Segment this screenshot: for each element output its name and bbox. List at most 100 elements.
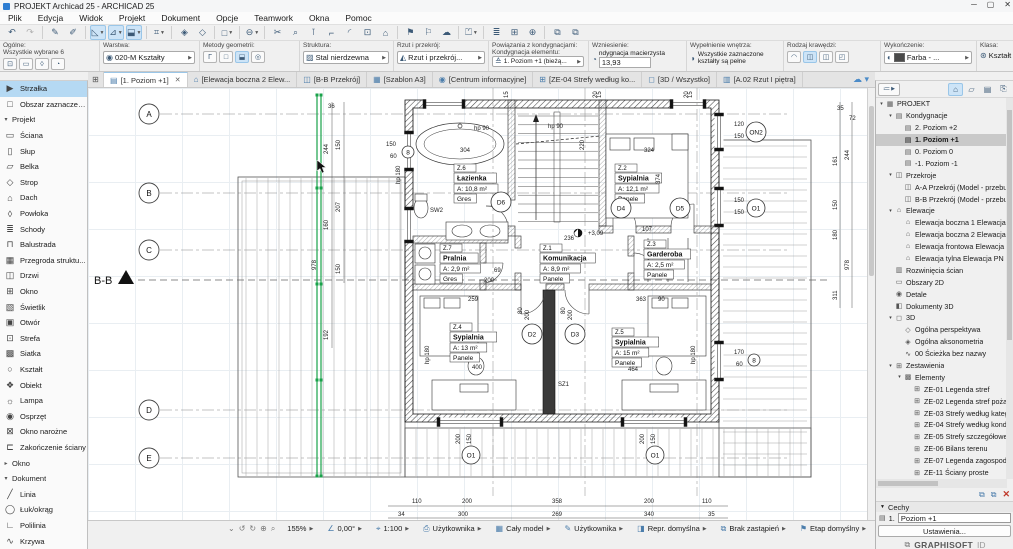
canvas-scrollbar[interactable]: [867, 88, 875, 520]
editing-plane-dropdown[interactable]: ▼: [137, 30, 142, 36]
statusbar-nav-icon[interactable]: ↺: [239, 524, 246, 533]
menu-opcje[interactable]: Opcje: [208, 12, 246, 24]
floor-plan-canvas[interactable]: ABCDE Z.6 Łazienka A: 10,8 m² Gres Z.2 S…: [88, 88, 867, 520]
tree-item[interactable]: ◫B-B Przekrój (Model - przebudowani: [876, 193, 1007, 205]
tree-vertical-scrollbar[interactable]: [1006, 98, 1013, 479]
editing-plane-button[interactable]: ⬓ ▼: [126, 25, 143, 40]
geometry-box-button[interactable]: □: [219, 51, 233, 63]
tab-3d-/-wszystko[interactable]: ◻ [3D / Wszystko]: [642, 72, 718, 87]
tool-arc[interactable]: ◯ Łuk/okrąg: [0, 502, 87, 518]
tree-item[interactable]: ⊞ ZE-06 Bilans terenu: [876, 443, 1007, 455]
graphisoft-id[interactable]: ⧉ GRAPHISOFT ID: [876, 539, 1013, 549]
lock-button[interactable]: ⊖ ▼: [244, 25, 260, 40]
elevation-input[interactable]: 13,93: [598, 57, 651, 68]
tree-item[interactable]: ▾ ⊞ Zestawienia: [876, 360, 1007, 372]
tool-line[interactable]: ╱ Linia: [0, 486, 87, 502]
quad-view-icon[interactable]: ⊞: [88, 72, 104, 87]
toolbox-section-dokument[interactable]: ▾ Dokument: [0, 471, 87, 487]
guide-lines-dropdown[interactable]: ▼: [99, 30, 104, 36]
layer-select[interactable]: ◉ 020-M Kształty ▶: [103, 51, 195, 64]
partial-structure-control[interactable]: ◨ Repr. domyślna ▶: [633, 524, 711, 533]
marquee-button[interactable]: □ ▼: [219, 25, 235, 40]
redo-button[interactable]: ↷: [22, 25, 38, 40]
tree-expander-icon[interactable]: ▾: [878, 101, 885, 107]
tree-item[interactable]: ▭ Obszary 2D: [876, 276, 1007, 288]
story-select[interactable]: ≙ 1. Poziom +1 (bieżą... ▶: [492, 56, 584, 67]
menu-widok[interactable]: Widok: [71, 12, 111, 24]
inject-parameters-button[interactable]: ✐: [65, 25, 81, 40]
tool-roof[interactable]: ⌂ Dach: [0, 190, 87, 206]
suspend-groups-button[interactable]: ◈: [176, 25, 192, 40]
tree-expander-icon[interactable]: ▾: [887, 208, 894, 214]
properties-section-header[interactable]: ▼ Cechy: [876, 501, 1013, 512]
tree-item[interactable]: ▾ ◻ 3D: [876, 312, 1007, 324]
tree-item[interactable]: ◈ Ogólna aksonometria: [876, 336, 1007, 348]
tree-expander-icon[interactable]: ▾: [887, 315, 894, 321]
tool-morph[interactable]: ○ Kształt: [0, 362, 87, 378]
tree-expander-icon[interactable]: ▾: [887, 113, 894, 119]
marquee-dropdown[interactable]: ▼: [228, 30, 233, 36]
flag-button[interactable]: ⚑: [402, 25, 418, 40]
zoom-level-control[interactable]: 155% ▶: [283, 524, 317, 533]
renovation-filter-control[interactable]: ⚑ Etap domyślny ▶: [796, 524, 870, 533]
tab-elewacja-boczna-2-elew[interactable]: ⌂ [Elewacja boczna 2 Elew...: [188, 72, 298, 87]
trim-button[interactable]: ✂: [269, 25, 285, 40]
element-settings-button[interactable]: ⊡: [3, 58, 17, 70]
menu-plik[interactable]: Plik: [0, 12, 30, 24]
link-alt-button[interactable]: ⧉: [567, 25, 583, 40]
story-name-input[interactable]: Poziom +1: [897, 513, 1011, 523]
snap-grid-button[interactable]: ⌗ ▼: [151, 25, 167, 40]
toolbox-section-okno[interactable]: ▸ Okno: [0, 455, 87, 471]
geometry-straight-button[interactable]: Γ: [203, 51, 217, 63]
fit-in-window-button[interactable]: ⌂: [377, 25, 393, 40]
ghost-group-button[interactable]: ◇: [194, 25, 210, 40]
tool-stair[interactable]: ≣ Schody: [0, 221, 87, 237]
view-display-select[interactable]: ◭ Rzut i przekrój... ▶: [397, 51, 485, 64]
tool-polyline[interactable]: ∟ Polilinia: [0, 518, 87, 534]
tree-item[interactable]: ▾ ▩ Elementy: [876, 371, 1007, 383]
tool-door[interactable]: ◫ Drzwi: [0, 268, 87, 284]
solid-fill-icon[interactable]: ◑: [690, 54, 695, 63]
tool-spline[interactable]: ∿ Krzywa: [0, 533, 87, 549]
tree-item[interactable]: ▾ ◫ Przekroje: [876, 169, 1007, 181]
pick-up-parameters-button[interactable]: ✎: [47, 25, 63, 40]
tab-ze-04-strefy-według-ko[interactable]: ⊞ [ZE-04 Strefy według ko...: [533, 72, 643, 87]
favorites-button[interactable]: ▭: [19, 58, 33, 70]
camera-dropdown[interactable]: ▼: [473, 30, 478, 36]
tool-skylight[interactable]: ▧ Świetlik: [0, 299, 87, 315]
close-button[interactable]: ✕: [1004, 0, 1011, 9]
floor-plan-drawing[interactable]: ABCDE Z.6ŁazienkaA: 10,8 m²GresZ.2Sypial…: [88, 88, 867, 520]
home-story-value[interactable]: ndygnacja macierzysta: [599, 50, 665, 57]
tab-close-icon[interactable]: ✕: [175, 76, 181, 84]
tool-corner-window[interactable]: ⊠ Okno narożne: [0, 424, 87, 440]
edge-type-sharp-button[interactable]: ◠: [787, 51, 801, 63]
tree-item[interactable]: ◫A-A Przekrój (Model - przebudowan: [876, 181, 1007, 193]
tool-lamp[interactable]: ☼ Lampa: [0, 393, 87, 409]
tab-centrum-informacyjne[interactable]: ◉ [Centrum informacyjne]: [433, 72, 534, 87]
edge-type-soft-button[interactable]: ◫: [803, 51, 817, 63]
tree-item[interactable]: ⌂ Elewacja boczna 2 Elewacja Z (Mode: [876, 229, 1007, 241]
toolbox-section-projekt[interactable]: ▾ Projekt: [0, 112, 87, 128]
gravity-dropdown[interactable]: ▼: [118, 30, 123, 36]
edge-type-hidden-button[interactable]: ◫: [819, 51, 833, 63]
intersect-button[interactable]: ⌐: [323, 25, 339, 40]
camera-button[interactable]: ⏍ ▼: [463, 25, 479, 40]
tree-item[interactable]: ▤ 0. Poziom 0: [876, 146, 1007, 158]
flag-alt-button[interactable]: ⚐: [420, 25, 436, 40]
tool-shell[interactable]: ◊ Powłoka: [0, 206, 87, 222]
tree-item[interactable]: ∿ 00 Ścieżka bez nazwy: [876, 348, 1007, 360]
tool-window[interactable]: ⊞ Okno: [0, 284, 87, 300]
snap-grid-dropdown[interactable]: ▼: [160, 30, 165, 36]
tree-item[interactable]: ◇ Ogólna perspektywa: [876, 324, 1007, 336]
tree-item[interactable]: ⌂ Elewacja boczna 1 Elewacja W (Mod: [876, 217, 1007, 229]
washer-dryer[interactable]: [414, 243, 436, 285]
tree-item[interactable]: ⌂ Elewacja frontowa Elewacja PD (Mo: [876, 241, 1007, 253]
navigator-tab-layout-book[interactable]: ▤: [980, 83, 995, 96]
toilet[interactable]: [413, 193, 429, 219]
selected-morph-element[interactable]: [315, 93, 323, 478]
tree-item[interactable]: ⊞ ZE-04 Strefy według kondygnacji: [876, 419, 1007, 431]
tree-horizontal-scrollbar[interactable]: [876, 479, 1007, 488]
gravity-button[interactable]: ⊿ ▼: [108, 25, 124, 40]
stories-button[interactable]: ≣: [488, 25, 504, 40]
maximize-button[interactable]: ▢: [987, 0, 995, 9]
